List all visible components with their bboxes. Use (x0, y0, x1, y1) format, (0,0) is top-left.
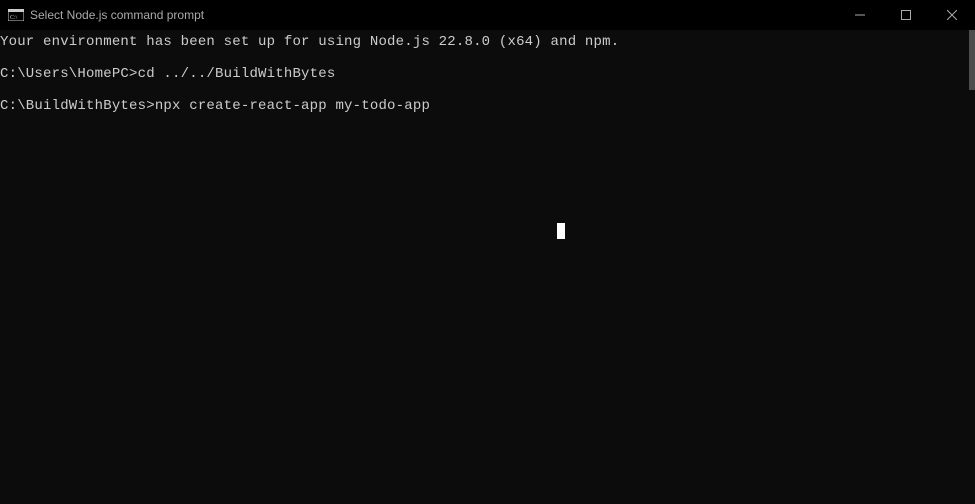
terminal-line: C:\Users\HomePC>cd ../../BuildWithBytes (0, 66, 975, 82)
cursor (557, 223, 565, 239)
titlebar: C:\ Select Node.js command prompt (0, 0, 975, 30)
terminal-line: C:\BuildWithBytes>npx create-react-app m… (0, 98, 975, 114)
window-title: Select Node.js command prompt (30, 8, 837, 22)
terminal-line (0, 82, 975, 98)
close-button[interactable] (929, 0, 975, 30)
window-controls (837, 0, 975, 30)
terminal-line: Your environment has been set up for usi… (0, 34, 975, 50)
terminal-line (0, 50, 975, 66)
scrollbar[interactable] (969, 30, 975, 90)
minimize-button[interactable] (837, 0, 883, 30)
maximize-button[interactable] (883, 0, 929, 30)
app-icon: C:\ (8, 8, 24, 22)
terminal-body[interactable]: Your environment has been set up for usi… (0, 30, 975, 504)
svg-text:C:\: C:\ (10, 15, 18, 21)
